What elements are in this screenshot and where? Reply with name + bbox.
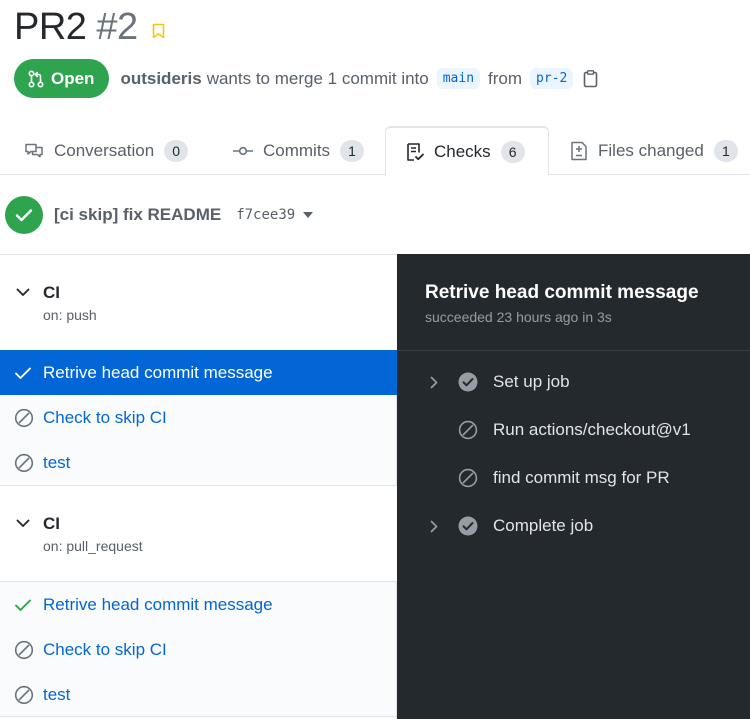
- log-step[interactable]: find commit msg for PR: [397, 458, 750, 498]
- job-item[interactable]: Check to skip CI: [0, 395, 397, 440]
- job-item[interactable]: test: [0, 672, 397, 717]
- from-text: from: [488, 68, 523, 88]
- git-pull-request-icon: [28, 69, 44, 88]
- state-badge-open: Open: [14, 59, 110, 98]
- tab-label: Commits: [263, 140, 331, 160]
- tab-count: 6: [500, 140, 525, 163]
- job-item[interactable]: test: [0, 440, 397, 485]
- divider: [0, 716, 397, 717]
- workflow-list: CI on: push Retrive head commit message …: [0, 255, 397, 719]
- workflow-trigger: on: pull_request: [43, 538, 143, 554]
- step-label: Complete job: [493, 516, 594, 535]
- commit-message: [ci skip] fix README: [54, 204, 222, 224]
- tab-label: Conversation: [54, 140, 155, 160]
- job-label: Retrive head commit message: [43, 594, 273, 614]
- job-label: test: [43, 452, 71, 472]
- bookmark-icon[interactable]: [152, 23, 165, 39]
- commit-header: [ci skip] fix README f7cee39: [0, 175, 750, 255]
- merge-info: outsideris wants to merge 1 commit into …: [120, 68, 598, 89]
- check-circle-icon: [458, 516, 478, 536]
- job-label: test: [43, 684, 71, 704]
- tab-count: 1: [340, 139, 365, 162]
- chevron-right-icon[interactable]: [430, 376, 438, 389]
- step-label: Set up job: [493, 372, 570, 391]
- tab-commits[interactable]: Commits 1: [233, 126, 365, 175]
- commit-icon: [233, 146, 253, 155]
- author-link[interactable]: outsideris: [120, 69, 201, 89]
- job-item[interactable]: Retrive head commit message: [0, 350, 397, 395]
- log-step[interactable]: Complete job: [397, 506, 750, 546]
- skip-icon: [14, 408, 34, 427]
- skip-icon: [458, 420, 478, 440]
- checklist-icon: [407, 142, 424, 161]
- divider: [397, 350, 750, 351]
- file-diff-icon: [571, 141, 587, 160]
- workflow-group[interactable]: CI on: push: [0, 255, 397, 350]
- check-icon: [15, 599, 31, 611]
- log-status: succeeded 23 hours ago in 3s: [425, 309, 612, 325]
- job-item[interactable]: Check to skip CI: [0, 627, 397, 672]
- log-title: Retrive head commit message: [425, 282, 699, 303]
- job-item[interactable]: Retrive head commit message: [0, 582, 397, 627]
- state-label: Open: [51, 68, 95, 88]
- job-label: Check to skip CI: [43, 639, 167, 659]
- comment-icon: [25, 143, 43, 158]
- caret-down-icon[interactable]: [303, 211, 314, 218]
- log-step[interactable]: Set up job: [397, 362, 750, 402]
- success-check-icon: [5, 195, 43, 234]
- workflow-trigger: on: push: [43, 307, 97, 323]
- skip-icon: [14, 685, 34, 704]
- commit-sha[interactable]: f7cee39: [236, 207, 295, 223]
- skip-icon: [458, 468, 478, 488]
- check-icon: [15, 367, 31, 379]
- pr-tabs: Conversation 0 Commits 1 Checks 6 Files …: [0, 126, 750, 176]
- base-branch[interactable]: main: [436, 68, 481, 89]
- job-log-panel: Retrive head commit message succeeded 23…: [397, 254, 750, 719]
- merge-text: wants to merge 1 commit into: [206, 68, 429, 88]
- check-circle-icon: [458, 372, 478, 392]
- workflow-group[interactable]: CI on: pull_request: [0, 486, 397, 581]
- tab-label: Files changed: [598, 140, 704, 160]
- copy-icon[interactable]: [583, 69, 598, 88]
- pr-title: PR2: [14, 5, 87, 48]
- chevron-down-icon[interactable]: [16, 288, 30, 297]
- skip-icon: [14, 640, 34, 659]
- tab-label: Checks: [434, 141, 491, 161]
- job-label: Check to skip CI: [43, 407, 167, 427]
- tab-count: 0: [164, 139, 189, 162]
- pr-number: #2: [96, 5, 138, 48]
- job-label: Retrive head commit message: [43, 362, 273, 382]
- step-label: Run actions/checkout@v1: [493, 420, 691, 439]
- tab-files-changed[interactable]: Files changed 1: [570, 126, 738, 175]
- pr-meta: Open outsideris wants to merge 1 commit …: [14, 59, 598, 98]
- log-step[interactable]: Run actions/checkout@v1: [397, 410, 750, 450]
- chevron-down-icon[interactable]: [16, 519, 30, 528]
- tab-conversation[interactable]: Conversation 0: [24, 126, 189, 175]
- tab-checks[interactable]: Checks 6: [385, 126, 549, 176]
- workflow-name: CI: [43, 514, 60, 533]
- tab-count: 1: [713, 139, 738, 162]
- workflow-name: CI: [43, 283, 60, 302]
- chevron-right-icon[interactable]: [430, 520, 438, 533]
- head-branch[interactable]: pr-2: [530, 68, 574, 89]
- step-label: find commit msg for PR: [493, 468, 670, 487]
- pr-title-row: PR2 #2: [14, 4, 165, 50]
- skip-icon: [14, 453, 34, 472]
